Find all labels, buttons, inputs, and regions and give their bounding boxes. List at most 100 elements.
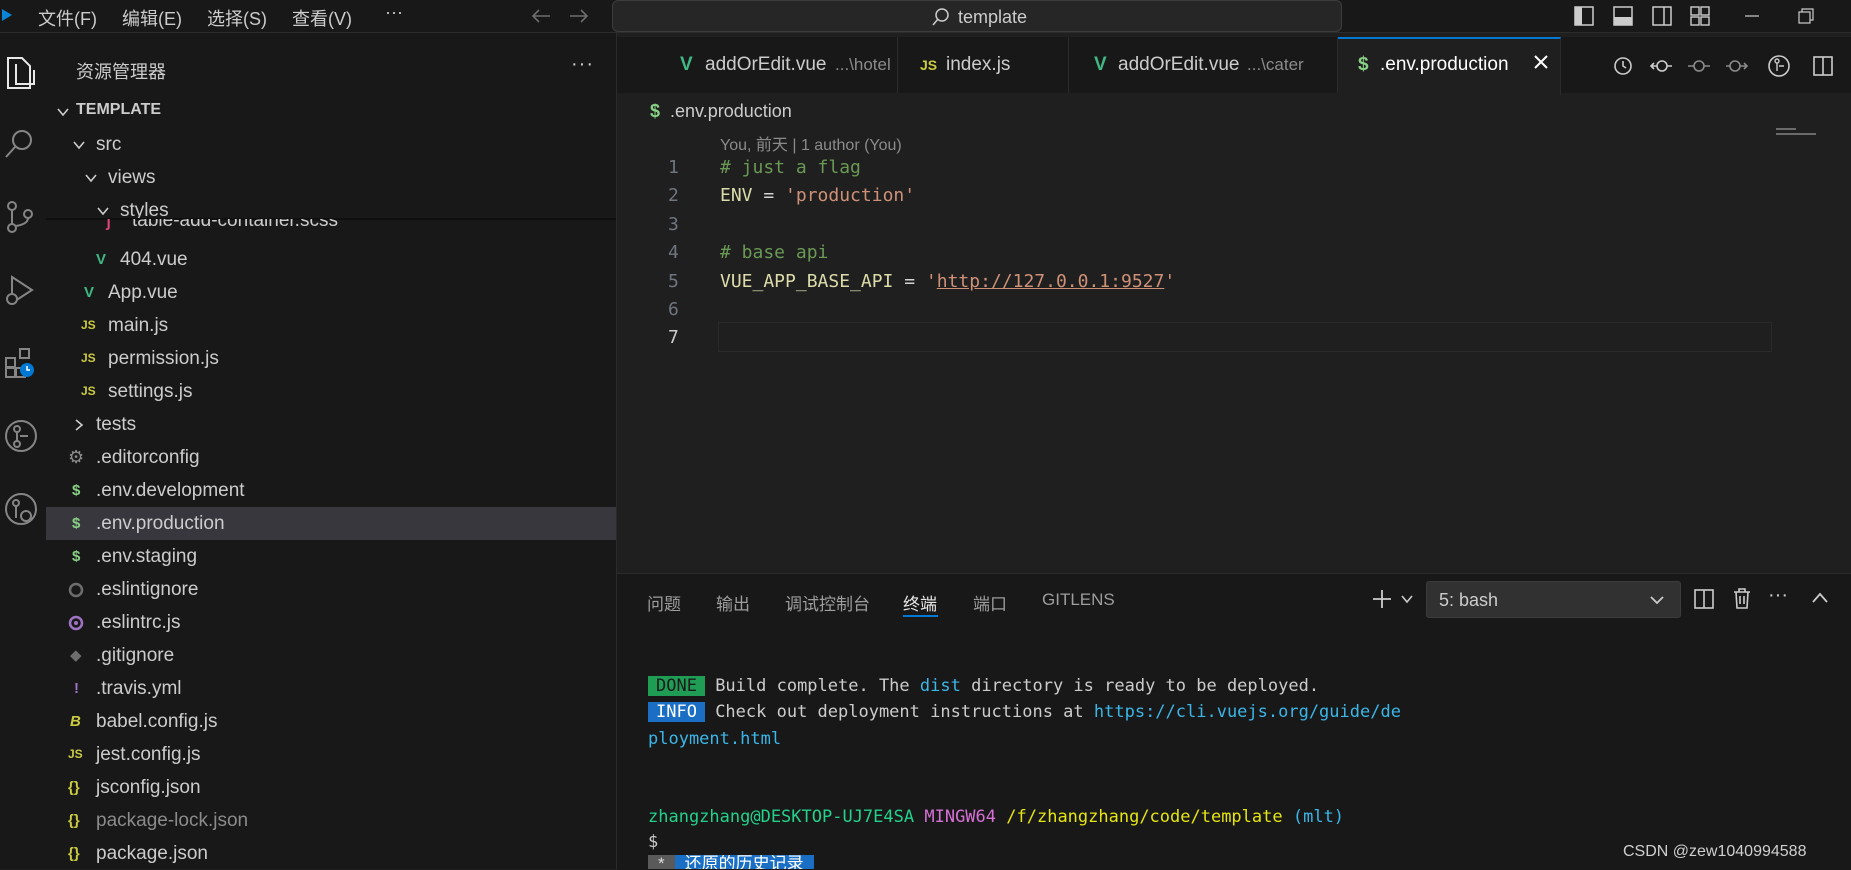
tree-file-editorconfig[interactable]: ⚙ .editorconfig: [46, 441, 616, 474]
json-icon: {}: [68, 779, 80, 796]
tree-file-404[interactable]: V 404.vue: [46, 243, 616, 276]
code-line-2[interactable]: ENV = 'production': [720, 185, 915, 206]
code-url-link[interactable]: http://127.0.0.1:9527: [937, 271, 1165, 292]
tree-file-permission[interactable]: JS permission.js: [46, 342, 616, 375]
explorer-more-button[interactable]: ···: [571, 53, 594, 76]
panel-tab-debug-console[interactable]: 调试控制台: [785, 590, 870, 615]
search-icon[interactable]: [4, 128, 38, 162]
workspace-section-title[interactable]: TEMPLATE: [76, 101, 161, 119]
menu-file[interactable]: 文件(F): [38, 5, 97, 31]
tree-folder-tests[interactable]: tests: [46, 408, 616, 441]
history-label: 还原的历史记录: [674, 855, 814, 869]
tree-file-travis[interactable]: ! .travis.yml: [46, 672, 616, 705]
tree-file-env-staging[interactable]: $ .env.staging: [46, 540, 616, 573]
minimize-icon[interactable]: [1742, 6, 1762, 26]
timeline-history-icon[interactable]: [1612, 55, 1634, 77]
split-terminal-icon[interactable]: [1693, 588, 1715, 610]
split-editor-icon[interactable]: [1812, 55, 1834, 77]
back-arrow-icon[interactable]: [530, 7, 552, 25]
chevron-down-icon[interactable]: [1400, 592, 1414, 606]
code-line-5[interactable]: VUE_APP_BASE_API = 'http://127.0.0.1:952…: [720, 271, 1175, 292]
chevron-down-icon: [57, 108, 69, 117]
forward-arrow-icon[interactable]: [568, 7, 590, 25]
tree-file-babel[interactable]: B babel.config.js: [46, 705, 616, 738]
more-actions-icon[interactable]: ···: [1768, 584, 1788, 607]
new-terminal-plus-icon[interactable]: [1371, 588, 1393, 610]
gitlens-inspect-icon[interactable]: [4, 492, 38, 526]
activity-bar: [0, 33, 47, 869]
gitlens-icon[interactable]: [4, 419, 38, 453]
code-key: VUE_APP_BASE_API: [720, 271, 894, 292]
minimap-line: [1776, 133, 1816, 135]
tree-file-package[interactable]: {} package.json: [46, 837, 616, 870]
panel-tab-output[interactable]: 输出: [716, 590, 750, 615]
tree-file-gitignore[interactable]: ◆ .gitignore: [46, 639, 616, 672]
tree-file-eslintrc[interactable]: .eslintrc.js: [46, 606, 616, 639]
tab-env-production[interactable]: $ .env.production: [1338, 37, 1561, 95]
menu-selection[interactable]: 选择(S): [207, 5, 267, 31]
terminal-line-info-cont[interactable]: ployment.html: [648, 729, 781, 749]
tree-file-scss[interactable]: ʃ table-add-container.scss: [46, 219, 616, 235]
trash-icon[interactable]: [1731, 587, 1753, 611]
minimap[interactable]: [1776, 128, 1796, 130]
tab-addoredit-hotel[interactable]: V addOrEdit.vue ...\hotel: [637, 37, 898, 93]
compare-next-icon[interactable]: [1725, 55, 1749, 77]
tab-addoredit-cater[interactable]: V addOrEdit.vue ...\cater: [1069, 37, 1338, 93]
tree-folder-src[interactable]: src: [46, 128, 616, 161]
tree-file-env-production[interactable]: $ .env.production: [46, 507, 616, 540]
breadcrumb-file: .env.production: [670, 101, 792, 121]
panel-tab-terminal[interactable]: 终端: [903, 590, 937, 615]
tab-index-js[interactable]: JS index.js: [898, 37, 1069, 93]
close-icon[interactable]: [1533, 54, 1549, 70]
terminal-selector-value: 5: bash: [1439, 590, 1499, 610]
menu-edit[interactable]: 编辑(E): [122, 5, 182, 31]
sass-icon: ʃ: [106, 219, 111, 231]
tree-folder-styles[interactable]: styles: [46, 194, 616, 218]
tree-folder-views[interactable]: views: [46, 161, 616, 194]
commit-icon[interactable]: [1687, 55, 1711, 77]
code-key: ENV: [720, 185, 753, 206]
customize-layout-icon[interactable]: [1690, 6, 1710, 26]
maximize-panel-chevron-up-icon[interactable]: [1811, 590, 1829, 606]
gitlens-blame-codelens[interactable]: You, 前天 | 1 author (You): [720, 131, 902, 155]
compare-previous-icon[interactable]: [1649, 55, 1673, 77]
title-bar: 文件(F) 编辑(E) 选择(S) 查看(V) ··· template: [0, 0, 1851, 33]
menu-view[interactable]: 查看(V): [292, 5, 352, 31]
breadcrumb[interactable]: $ .env.production: [650, 101, 792, 122]
toggle-panel-icon[interactable]: [1613, 6, 1633, 26]
tree-file-jsconfig[interactable]: {} jsconfig.json: [46, 771, 616, 804]
menu-more[interactable]: ···: [385, 2, 403, 23]
panel-tab-ports[interactable]: 端口: [973, 590, 1007, 615]
panel-tab-problems[interactable]: 问题: [647, 590, 681, 615]
toggle-secondary-sidebar-icon[interactable]: [1652, 6, 1672, 26]
extensions-icon[interactable]: [4, 346, 38, 380]
terminal-link[interactable]: https://cli.vuejs.org/guide/de: [1094, 702, 1401, 722]
run-debug-icon[interactable]: [4, 273, 38, 307]
file-name: .eslintrc.js: [96, 612, 181, 633]
terminal-input-line[interactable]: $: [648, 832, 658, 852]
tree-file-package-lock[interactable]: {} package-lock.json: [46, 804, 616, 837]
vue-icon: V: [84, 284, 95, 301]
source-control-icon[interactable]: [4, 200, 38, 234]
vscode-logo-icon: [2, 9, 12, 21]
panel-tab-gitlens[interactable]: GITLENS: [1042, 590, 1115, 610]
code-line-1[interactable]: # just a flag: [720, 157, 861, 178]
tree-file-settings[interactable]: JS settings.js: [46, 375, 616, 408]
restore-icon[interactable]: [1796, 6, 1816, 26]
toggle-primary-sidebar-icon[interactable]: [1574, 6, 1594, 26]
tree-file-main[interactable]: JS main.js: [46, 309, 616, 342]
tree-file-env-development[interactable]: $ .env.development: [46, 474, 616, 507]
gitlens-inspect-icon[interactable]: [1767, 54, 1791, 78]
prompt-env: MINGW64: [924, 807, 997, 827]
javascript-icon: JS: [81, 384, 96, 398]
file-name: package.json: [96, 843, 208, 864]
tree-file-app[interactable]: V App.vue: [46, 276, 616, 309]
javascript-icon: JS: [81, 351, 96, 365]
code-line-4[interactable]: # base api: [720, 242, 828, 263]
command-center-search[interactable]: template: [612, 0, 1342, 32]
tree-file-jest[interactable]: JS jest.config.js: [46, 738, 616, 771]
tree-file-eslintignore[interactable]: .eslintignore: [46, 573, 616, 606]
explorer-icon[interactable]: [4, 56, 38, 90]
terminal-selector[interactable]: 5: bash: [1426, 581, 1681, 618]
code-string: 'production': [785, 185, 916, 206]
